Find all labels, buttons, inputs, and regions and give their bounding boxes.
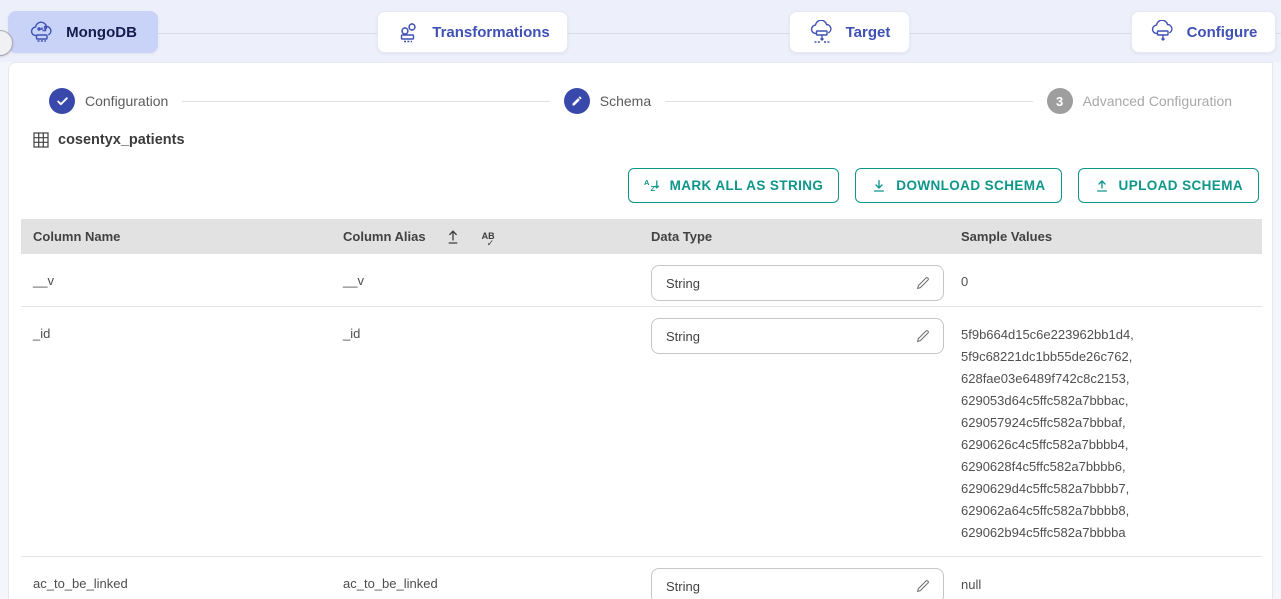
data-type-value: String <box>666 579 700 594</box>
button-label: DOWNLOAD SCHEMA <box>896 178 1045 193</box>
step-label: Configuration <box>85 93 168 109</box>
stepper-connector <box>665 101 1032 102</box>
table-grid-icon <box>33 132 49 148</box>
data-type-select[interactable]: String <box>651 318 944 354</box>
svg-text:Z: Z <box>650 184 655 193</box>
sample-values-cell: null <box>949 557 1262 599</box>
sort-by-alpha-icon: A Z <box>644 178 661 194</box>
mongodb-cloud-icon <box>29 20 56 45</box>
step-label: Advanced Configuration <box>1083 93 1232 109</box>
data-type-value: String <box>666 329 700 344</box>
table-row: _id _id String 5f9b664d15c6e223962bb1d4,… <box>21 307 1262 557</box>
tab-label: Transformations <box>432 24 550 41</box>
data-type-select[interactable]: String <box>651 265 944 301</box>
tab-label: MongoDB <box>66 24 137 41</box>
configure-cloud-icon <box>1150 20 1177 45</box>
data-type-value: String <box>666 276 700 291</box>
header-sample-values: Sample Values <box>949 229 1262 244</box>
step-schema[interactable]: Schema <box>564 88 651 114</box>
step-configuration[interactable]: Configuration <box>49 88 168 114</box>
tab-label: Configure <box>1187 24 1258 41</box>
tab-connector-line <box>0 33 1281 34</box>
edit-pencil-icon[interactable] <box>915 275 931 291</box>
sample-values-cell: 0 <box>949 254 1262 306</box>
header-data-type: Data Type <box>639 229 949 244</box>
data-type-select[interactable]: String <box>651 568 944 599</box>
button-label: MARK ALL AS STRING <box>670 178 824 193</box>
wizard-stepper: Configuration Schema 3 Advanced Configur… <box>9 63 1272 114</box>
table-row: ac_to_be_linked ac_to_be_linked String n… <box>21 557 1262 599</box>
download-schema-button[interactable]: DOWNLOAD SCHEMA <box>855 168 1061 203</box>
column-alias-cell: __v <box>331 254 639 306</box>
sample-values-cell: 5f9b664d15c6e223962bb1d4, 5f9c68221dc1bb… <box>949 307 1262 556</box>
check-glyph: ✓ <box>487 239 495 248</box>
stepper-connector <box>182 101 549 102</box>
schema-table: Column Name Column Alias AB✓ Data Type S… <box>21 219 1262 599</box>
download-icon <box>871 178 887 194</box>
schema-actions: A Z MARK ALL AS STRING DOWNLOAD SCHEMA U… <box>9 148 1272 203</box>
tab-label: Target <box>846 24 891 41</box>
tab-mongodb[interactable]: MongoDB <box>8 11 158 53</box>
step-edit-icon <box>564 88 590 114</box>
svg-text:A: A <box>644 178 650 187</box>
step-label: Schema <box>600 93 651 109</box>
tab-target[interactable]: Target <box>789 11 910 53</box>
schema-table-header: Column Name Column Alias AB✓ Data Type S… <box>21 219 1262 254</box>
table-row: __v __v String 0 <box>21 254 1262 307</box>
alias-edit-all-icon[interactable]: AB✓ <box>482 232 495 241</box>
target-cloud-icon <box>809 20 836 45</box>
column-alias-cell: ac_to_be_linked <box>331 557 639 599</box>
step-advanced-configuration[interactable]: 3 Advanced Configuration <box>1047 88 1232 114</box>
upload-icon <box>1094 178 1110 194</box>
column-name-cell: _id <box>21 307 331 556</box>
edit-pencil-icon[interactable] <box>915 578 931 594</box>
mark-all-as-string-button[interactable]: A Z MARK ALL AS STRING <box>628 168 840 203</box>
pipeline-tab-bar: MongoDB Transformations Target Configure <box>0 0 1281 62</box>
upload-schema-button[interactable]: UPLOAD SCHEMA <box>1078 168 1259 203</box>
transformations-icon <box>395 20 422 45</box>
button-label: UPLOAD SCHEMA <box>1119 178 1243 193</box>
step-check-icon <box>49 88 75 114</box>
tab-transformations[interactable]: Transformations <box>377 11 568 53</box>
sort-alias-icon[interactable] <box>446 229 460 245</box>
column-alias-cell: _id <box>331 307 639 556</box>
column-name-cell: ac_to_be_linked <box>21 557 331 599</box>
header-column-name: Column Name <box>21 229 331 244</box>
edit-pencil-icon[interactable] <box>915 328 931 344</box>
schema-panel: Configuration Schema 3 Advanced Configur… <box>8 62 1273 599</box>
collection-name: cosentyx_patients <box>58 132 185 148</box>
column-name-cell: __v <box>21 254 331 306</box>
step-number: 3 <box>1047 88 1073 114</box>
header-column-alias: Column Alias <box>343 229 426 244</box>
collection-title-row: cosentyx_patients <box>9 114 1272 148</box>
tab-configure[interactable]: Configure <box>1131 11 1276 53</box>
